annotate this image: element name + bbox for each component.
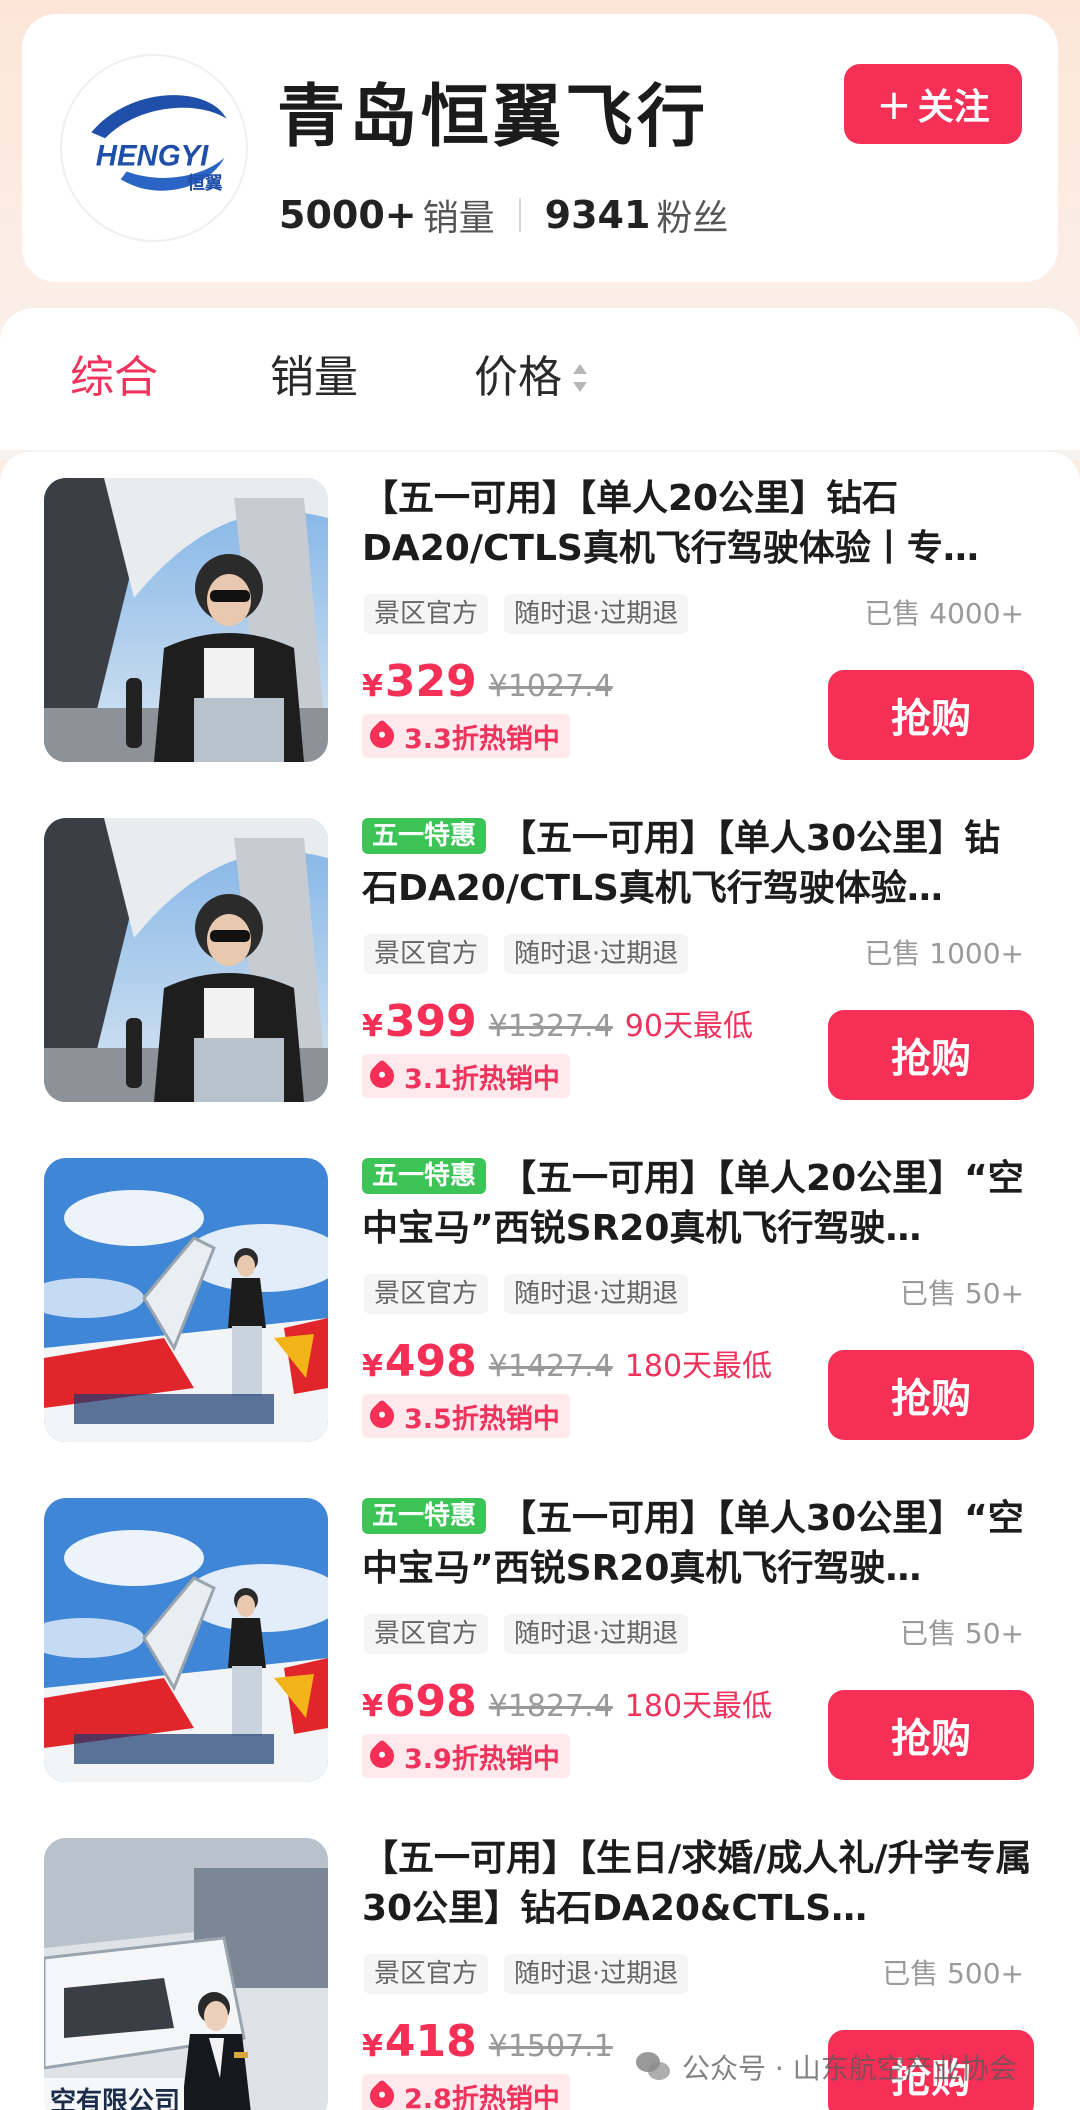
product-title[interactable]: 五一特惠 【五一可用】【单人20公里】“空中宝马”西锐SR20真机飞行驾驶… bbox=[362, 1154, 1032, 1254]
lowest-price-label: 90天最低 bbox=[624, 1009, 753, 1044]
lowest-price-label: 180天最低 bbox=[624, 1689, 773, 1724]
product-item[interactable]: 五一特惠 【五一可用】【单人20公里】“空中宝马”西锐SR20真机飞行驾驶… 景区… bbox=[0, 1132, 1080, 1472]
product-tags: 景区官方 随时退·过期退 bbox=[364, 1614, 704, 1654]
sort-bar: 综合 销量 价格 bbox=[0, 308, 1080, 450]
product-item[interactable]: 五一特惠 【五一可用】【单人30公里】“空中宝马”西锐SR20真机飞行驾驶… 景区… bbox=[0, 1472, 1080, 1812]
price-tag-icon bbox=[365, 1739, 399, 1773]
sort-arrows-icon bbox=[572, 360, 588, 400]
current-price: ¥418 bbox=[362, 2016, 477, 2067]
current-price: ¥498 bbox=[362, 1336, 477, 1387]
discount-badge: 3.9折热销中 bbox=[362, 1734, 570, 1778]
product-tags: 景区官方 随时退·过期退 bbox=[364, 934, 704, 974]
shop-name: 青岛恒翼飞行 bbox=[277, 78, 710, 157]
price-tag-icon bbox=[365, 1059, 399, 1093]
tag-refund: 随时退·过期退 bbox=[504, 934, 689, 974]
price-tag-icon bbox=[365, 2079, 399, 2110]
tag-official: 景区官方 bbox=[364, 1274, 489, 1314]
product-image[interactable] bbox=[44, 1498, 328, 1782]
promo-tag: 五一特惠 bbox=[362, 1498, 487, 1534]
discount-badge: 3.5折热销中 bbox=[362, 1394, 570, 1438]
tag-refund: 随时退·过期退 bbox=[504, 1954, 689, 1994]
plane-wing-photo-icon bbox=[44, 1158, 328, 1442]
stats-divider bbox=[518, 198, 521, 232]
current-price: ¥399 bbox=[362, 996, 477, 1047]
product-tags: 景区官方 随时退·过期退 bbox=[364, 594, 704, 634]
discount-badge: 2.8折热销中 bbox=[362, 2074, 570, 2110]
price-tag-icon bbox=[365, 1399, 399, 1433]
lowest-price-label: 180天最低 bbox=[624, 1349, 773, 1384]
fans-count: 9341 bbox=[544, 193, 651, 237]
product-title[interactable]: 【五一可用】【单人20公里】钻石DA20/CTLS真机飞行驾驶体验丨专… bbox=[362, 474, 1032, 574]
fans-label: 粉丝 bbox=[656, 198, 729, 239]
product-title[interactable]: 五一特惠 【五一可用】【单人30公里】钻石DA20/CTLS真机飞行驾驶体验… bbox=[362, 814, 1032, 914]
buy-button[interactable]: 抢购 bbox=[828, 1010, 1034, 1100]
wechat-icon bbox=[636, 2052, 672, 2082]
current-price: ¥698 bbox=[362, 1676, 477, 1727]
original-price: ¥1827.4 bbox=[488, 1689, 613, 1724]
sort-tab-comprehensive[interactable]: 综合 bbox=[70, 348, 158, 408]
sold-count: 已售 4000+ bbox=[864, 597, 1024, 630]
price-tag-icon bbox=[365, 719, 399, 753]
buy-button[interactable]: 抢购 bbox=[828, 670, 1034, 760]
discount-badge: 3.3折热销中 bbox=[362, 714, 570, 758]
cockpit-pilot-photo-icon bbox=[44, 818, 328, 1102]
tag-refund: 随时退·过期退 bbox=[504, 594, 689, 634]
tag-refund: 随时退·过期退 bbox=[504, 1274, 689, 1314]
original-price: ¥1327.4 bbox=[488, 1009, 613, 1044]
product-tags: 景区官方 随时退·过期退 bbox=[364, 1954, 704, 1994]
original-price: ¥1507.1 bbox=[488, 2029, 613, 2064]
product-title[interactable]: 【五一可用】【生日/求婚/成人礼/升学专属30公里】钻石DA20&CTLS… bbox=[362, 1834, 1032, 1934]
sold-count: 已售 50+ bbox=[900, 1277, 1024, 1310]
promo-tag: 五一特惠 bbox=[362, 818, 487, 854]
product-item[interactable]: 五一特惠 【五一可用】【单人30公里】钻石DA20/CTLS真机飞行驾驶体验… 景… bbox=[0, 792, 1080, 1132]
tag-official: 景区官方 bbox=[364, 934, 489, 974]
product-item[interactable]: 【五一可用】【单人20公里】钻石DA20/CTLS真机飞行驾驶体验丨专… 景区官… bbox=[0, 452, 1080, 792]
sales-label: 销量 bbox=[422, 198, 495, 239]
product-title[interactable]: 五一特惠 【五一可用】【单人30公里】“空中宝马”西锐SR20真机飞行驾驶… bbox=[362, 1494, 1032, 1594]
price-row: ¥698 ¥1827.4 180天最低 bbox=[362, 1676, 772, 1727]
product-image[interactable]: 空有限公司 bbox=[44, 1838, 328, 2110]
cockpit-pilot-photo-icon bbox=[44, 478, 328, 762]
shop-logo[interactable]: HENGYI 恒翼 bbox=[60, 54, 248, 242]
product-list: 【五一可用】【单人20公里】钻石DA20/CTLS真机飞行驾驶体验丨专… 景区官… bbox=[0, 452, 1080, 2110]
product-image[interactable] bbox=[44, 478, 328, 762]
promo-tag: 五一特惠 bbox=[362, 1158, 487, 1194]
price-row: ¥329 ¥1027.4 bbox=[362, 656, 613, 707]
sold-count: 已售 500+ bbox=[882, 1957, 1024, 1990]
sort-tab-sales[interactable]: 销量 bbox=[270, 348, 358, 408]
shop-card: HENGYI 恒翼 青岛恒翼飞行 5000+ 销量 9341 粉丝 + 关注 bbox=[22, 14, 1058, 282]
watermark: 公众号 · 山东航空产业协会 bbox=[636, 2042, 1017, 2092]
buy-button[interactable]: 抢购 bbox=[828, 1690, 1034, 1780]
price-row: ¥498 ¥1427.4 180天最低 bbox=[362, 1336, 772, 1387]
sort-tab-price[interactable]: 价格 bbox=[474, 348, 588, 408]
tag-official: 景区官方 bbox=[364, 594, 489, 634]
plus-icon: + bbox=[876, 79, 912, 129]
tag-official: 景区官方 bbox=[364, 1614, 489, 1654]
product-tags: 景区官方 随时退·过期退 bbox=[364, 1274, 704, 1314]
original-price: ¥1427.4 bbox=[488, 1349, 613, 1384]
tag-refund: 随时退·过期退 bbox=[504, 1614, 689, 1654]
hengyi-logo-icon: HENGYI 恒翼 bbox=[62, 56, 246, 240]
follow-label: 关注 bbox=[917, 87, 990, 128]
shop-stats: 5000+ 销量 9341 粉丝 bbox=[279, 190, 728, 240]
price-row: ¥399 ¥1327.4 90天最低 bbox=[362, 996, 753, 1047]
plane-wing-photo-icon bbox=[44, 1498, 328, 1782]
tag-official: 景区官方 bbox=[364, 1954, 489, 1994]
sort-tab-price-label: 价格 bbox=[474, 352, 562, 403]
sales-count: 5000+ bbox=[279, 193, 417, 237]
product-image[interactable] bbox=[44, 818, 328, 1102]
discount-badge: 3.1折热销中 bbox=[362, 1054, 570, 1098]
current-price: ¥329 bbox=[362, 656, 477, 707]
follow-button[interactable]: + 关注 bbox=[844, 64, 1022, 144]
price-row: ¥418 ¥1507.1 bbox=[362, 2016, 613, 2067]
original-price: ¥1027.4 bbox=[488, 669, 613, 704]
svg-text:空有限公司: 空有限公司 bbox=[50, 2086, 180, 2110]
buy-button[interactable]: 抢购 bbox=[828, 1350, 1034, 1440]
svg-text:恒翼: 恒翼 bbox=[187, 173, 223, 194]
sold-count: 已售 50+ bbox=[900, 1617, 1024, 1650]
sold-count: 已售 1000+ bbox=[864, 937, 1024, 970]
product-image[interactable] bbox=[44, 1158, 328, 1442]
hangar-pilot-photo-icon: 空有限公司 bbox=[44, 1838, 328, 2110]
svg-text:HENGYI: HENGYI bbox=[96, 140, 209, 173]
